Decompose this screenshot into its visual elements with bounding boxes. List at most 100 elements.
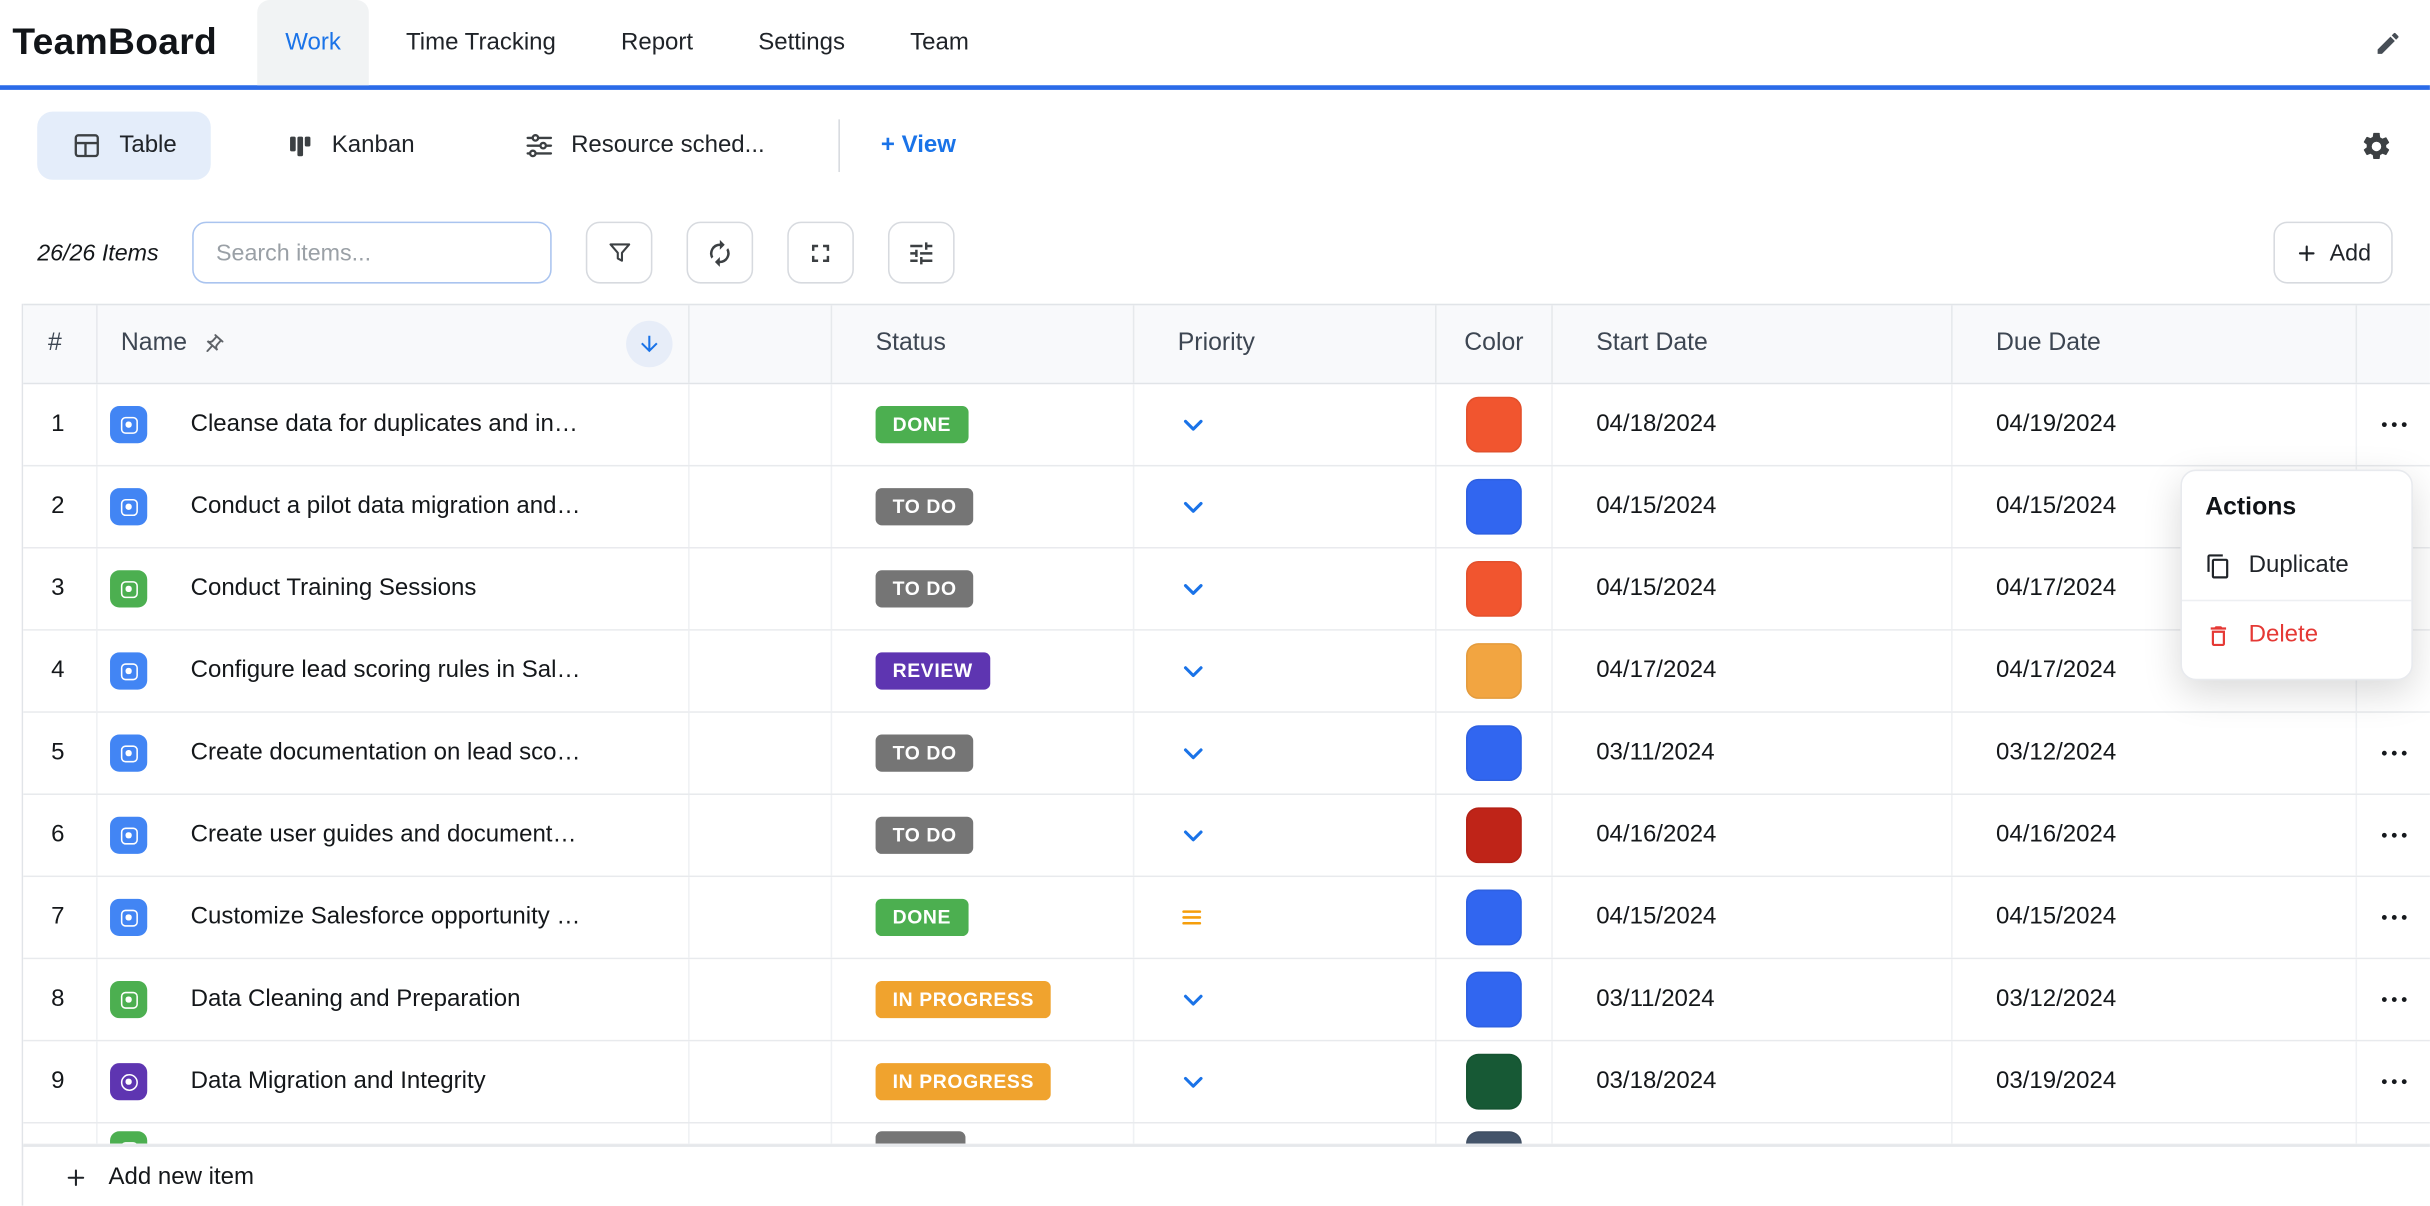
color-cell[interactable] [1437,795,1553,876]
add-new-item-row[interactable]: Add new item [23,1145,2430,1205]
priority-bars-icon[interactable] [1178,903,1206,931]
color-cell[interactable] [1437,877,1553,958]
status-badge[interactable]: TO DO [876,488,974,525]
settings-gear-icon[interactable] [2360,129,2393,162]
status-badge[interactable]: DONE [876,899,969,936]
search-input[interactable] [193,222,553,284]
due-date-cell[interactable]: 03/19/2024 [1953,1041,2357,1122]
color-swatch[interactable] [1466,972,1522,1028]
column-header-priority[interactable]: Priority [1134,305,1436,382]
view-tab-resource-sched[interactable]: Resource sched... [489,112,799,180]
status-cell[interactable]: DONE [832,877,1134,958]
color-cell[interactable] [1437,631,1553,712]
add-item-button[interactable]: Add [2274,222,2393,284]
item-name-cell[interactable]: Create user guides and document… [98,795,690,876]
item-name-cell[interactable]: Data Cleaning and Preparation [98,959,690,1040]
color-swatch[interactable] [1466,890,1522,946]
priority-chevron-down-icon[interactable] [1178,656,1209,687]
status-badge[interactable]: REVIEW [876,652,990,689]
due-date-cell[interactable] [1953,1124,2357,1144]
start-date-cell[interactable]: 04/17/2024 [1553,631,1953,712]
due-date-cell[interactable]: 04/15/2024 [1953,877,2357,958]
color-cell[interactable] [1437,1041,1553,1122]
row-menu-button[interactable] [2377,408,2411,442]
color-swatch[interactable] [1466,479,1522,535]
status-badge[interactable]: TO DO [876,570,974,607]
start-date-cell[interactable] [1553,1124,1953,1144]
color-swatch[interactable] [1466,643,1522,699]
item-name-cell[interactable]: Configure lead scoring rules in Sal… [98,631,690,712]
row-menu-button[interactable] [2377,900,2411,934]
priority-cell[interactable] [1134,959,1436,1040]
status-badge[interactable]: IN PROGRESS [876,981,1051,1018]
priority-cell[interactable] [1134,466,1436,547]
item-name-cell[interactable] [98,1124,690,1144]
edit-pencil-icon[interactable] [2374,29,2402,57]
priority-cell[interactable] [1134,1124,1436,1144]
color-swatch[interactable] [1466,807,1522,863]
sort-descending-button[interactable] [626,321,672,367]
status-cell[interactable] [832,1124,1134,1144]
status-badge[interactable] [876,1131,966,1143]
priority-cell[interactable] [1134,795,1436,876]
priority-cell[interactable] [1134,549,1436,630]
add-view-button[interactable]: + View [881,132,956,160]
color-cell[interactable] [1437,384,1553,465]
priority-cell[interactable] [1134,713,1436,794]
column-header-color[interactable]: Color [1437,305,1553,382]
status-cell[interactable]: REVIEW [832,631,1134,712]
color-swatch[interactable] [1466,725,1522,781]
menu-item-duplicate[interactable]: Duplicate [2182,536,2411,595]
status-cell[interactable]: TO DO [832,466,1134,547]
priority-chevron-down-icon[interactable] [1178,820,1209,851]
priority-chevron-down-icon[interactable] [1178,573,1209,604]
column-header-due-date[interactable]: Due Date [1953,305,2357,382]
menu-item-delete[interactable]: Delete [2182,606,2411,665]
priority-chevron-down-icon[interactable] [1178,1066,1209,1097]
priority-chevron-down-icon[interactable] [1178,491,1209,522]
status-cell[interactable]: DONE [832,384,1134,465]
refresh-button[interactable] [687,222,754,284]
row-menu-button[interactable] [2377,1065,2411,1099]
priority-cell[interactable] [1134,1041,1436,1122]
color-swatch[interactable] [1466,561,1522,617]
due-date-cell[interactable]: 03/12/2024 [1953,713,2357,794]
start-date-cell[interactable]: 03/18/2024 [1553,1041,1953,1122]
status-badge[interactable]: TO DO [876,817,974,854]
expand-button[interactable] [788,222,855,284]
color-swatch[interactable] [1466,1131,1522,1143]
nav-tab-work[interactable]: Work [257,0,368,85]
filter-button[interactable] [586,222,653,284]
priority-cell[interactable] [1134,384,1436,465]
start-date-cell[interactable]: 04/15/2024 [1553,877,1953,958]
color-cell[interactable] [1437,713,1553,794]
color-cell[interactable] [1437,959,1553,1040]
status-cell[interactable]: TO DO [832,549,1134,630]
color-cell[interactable] [1437,549,1553,630]
start-date-cell[interactable]: 03/11/2024 [1553,713,1953,794]
nav-tab-team[interactable]: Team [882,0,997,85]
row-menu-button[interactable] [2377,736,2411,770]
status-cell[interactable]: TO DO [832,795,1134,876]
item-name-cell[interactable]: Create documentation on lead sco… [98,713,690,794]
color-swatch[interactable] [1466,1054,1522,1110]
row-menu-button[interactable] [2377,818,2411,852]
color-cell[interactable] [1437,1124,1553,1144]
column-header-number[interactable]: # [23,305,97,382]
color-swatch[interactable] [1466,397,1522,453]
start-date-cell[interactable]: 04/16/2024 [1553,795,1953,876]
status-cell[interactable]: TO DO [832,713,1134,794]
item-name-cell[interactable]: Conduct Training Sessions [98,549,690,630]
priority-cell[interactable] [1134,631,1436,712]
start-date-cell[interactable]: 04/15/2024 [1553,549,1953,630]
item-name-cell[interactable]: Cleanse data for duplicates and in… [98,384,690,465]
pin-icon[interactable] [201,332,224,355]
priority-chevron-down-icon[interactable] [1178,409,1209,440]
priority-chevron-down-icon[interactable] [1178,738,1209,769]
start-date-cell[interactable]: 03/11/2024 [1553,959,1953,1040]
column-header-name[interactable]: Name [98,305,690,382]
due-date-cell[interactable]: 04/19/2024 [1953,384,2357,465]
priority-chevron-down-icon[interactable] [1178,984,1209,1015]
status-badge[interactable]: TO DO [876,735,974,772]
nav-tab-settings[interactable]: Settings [730,0,873,85]
